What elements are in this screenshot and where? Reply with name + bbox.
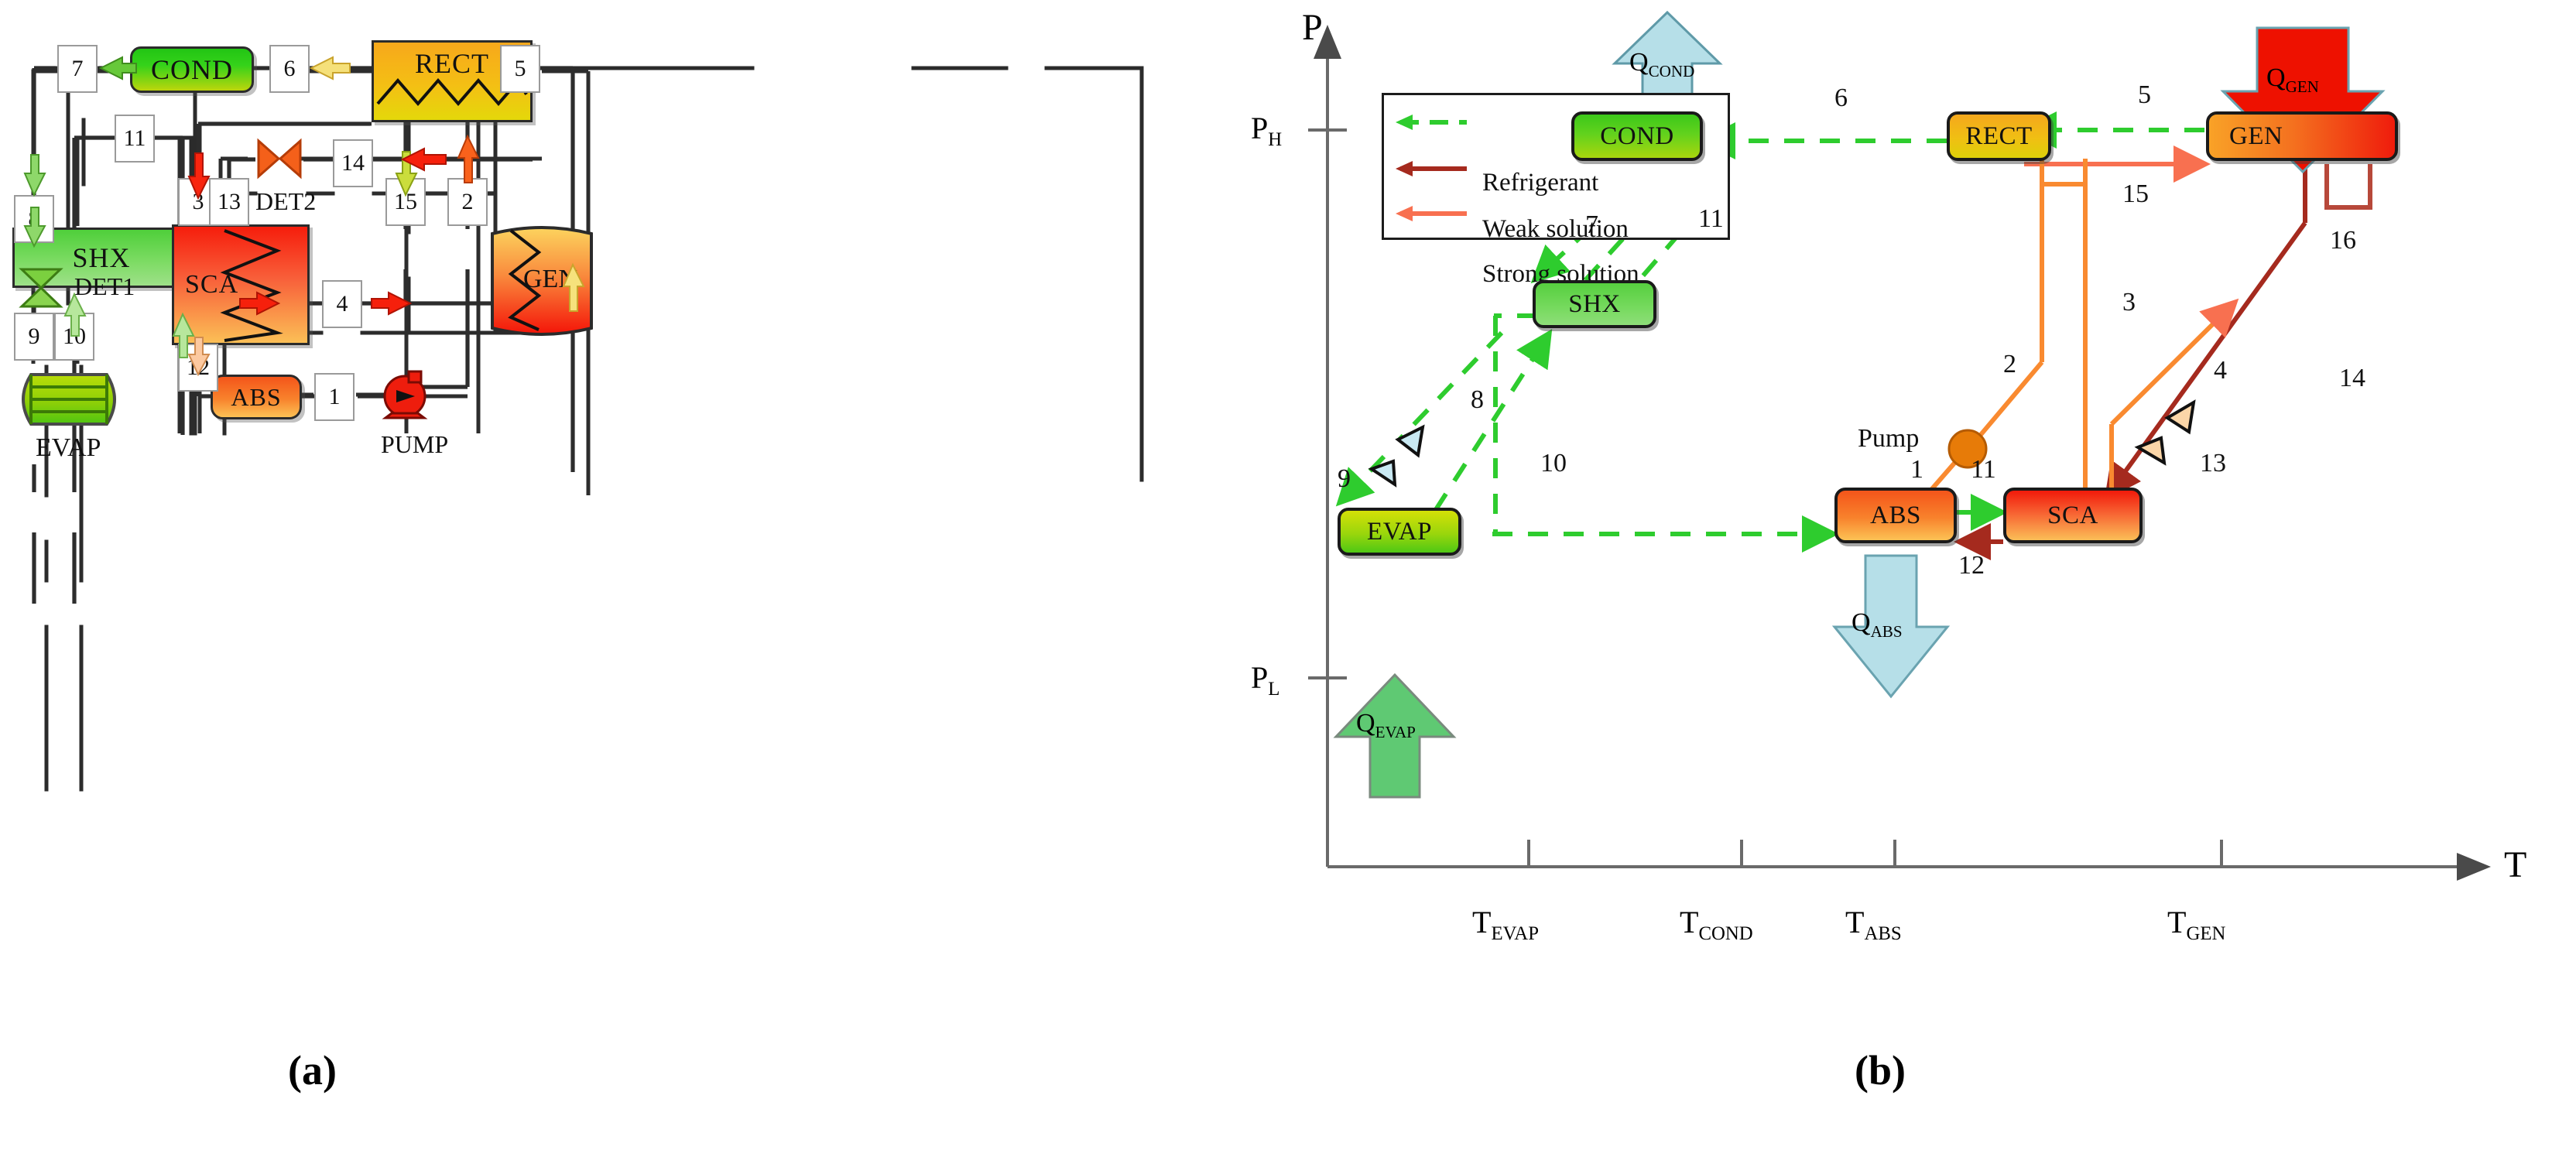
stream-b-label-15: 15 xyxy=(2122,180,2149,208)
panel-b-duhring-chart: Refrigerant Weak solution Strong solutio… xyxy=(1246,0,2576,1150)
rect-loop-b xyxy=(2040,164,2088,184)
caption-a: (a) xyxy=(288,1047,337,1094)
x-tick-label-tevap: TEVAP xyxy=(1472,905,1539,944)
stream-b-label-7: 7 xyxy=(1585,210,1598,239)
node-gen-b-label: GEN xyxy=(2229,122,2283,150)
x-tick-label-tcond: TCOND xyxy=(1680,905,1753,944)
stream-b-label-4: 4 xyxy=(2214,356,2227,385)
stream-path-8 xyxy=(1396,330,1504,443)
node-cond-b[interactable]: COND xyxy=(1571,111,1703,161)
node-evap-b-label: EVAP xyxy=(1367,517,1432,546)
node-abs-b[interactable]: ABS xyxy=(1834,488,1957,543)
node-gen-b[interactable]: GEN xyxy=(2206,111,2398,161)
node-evap-b[interactable]: EVAP xyxy=(1338,508,1461,556)
legend-label-weak-solution: Weak solution xyxy=(1482,215,1629,243)
q-abs-label: QABS xyxy=(1852,608,1903,641)
x-tick-label-tabs: TABS xyxy=(1845,905,1902,944)
stream-b-label-11b: 11 xyxy=(1971,455,1996,484)
node-sca-b-label: SCA xyxy=(2047,501,2098,529)
node-pump-b-label: Pump xyxy=(1858,424,1920,453)
node-abs-b-label: ABS xyxy=(1870,501,1921,529)
stream-b-label-9: 9 xyxy=(1338,464,1351,493)
node-shx-b-label: SHX xyxy=(1568,289,1621,318)
q-cond-label: QCOND xyxy=(1629,48,1695,80)
stream-b-label-3: 3 xyxy=(2122,288,2136,317)
q-gen-label: QGEN xyxy=(2266,63,2319,96)
panel-a-schematic: COND SHX RECT SCA GEN ABS EVAP DET1 DET2… xyxy=(0,0,1246,1150)
node-rect-b[interactable]: RECT xyxy=(1947,111,2051,161)
stream-b-label-5: 5 xyxy=(2138,80,2151,109)
x-axis-title: T xyxy=(2504,844,2527,885)
stream-b-label-13: 13 xyxy=(2200,449,2226,477)
valve-13-icon xyxy=(2134,399,2196,466)
node-cond-b-label: COND xyxy=(1600,122,1674,150)
y-axis-title: P xyxy=(1302,7,1323,48)
stream-b-label-1: 1 xyxy=(1910,455,1923,484)
figure-root: COND SHX RECT SCA GEN ABS EVAP DET1 DET2… xyxy=(0,0,2576,1150)
valve-det1-icon-b xyxy=(1368,424,1425,488)
legend-item-refrigerant: Refrigerant xyxy=(1482,169,1598,197)
gen-uloop-16 xyxy=(2324,164,2372,210)
node-shx-b[interactable]: SHX xyxy=(1533,280,1656,328)
q-evap-label: QEVAP xyxy=(1356,709,1416,741)
stream-path-10 xyxy=(1433,328,1553,512)
stream-b-label-14: 14 xyxy=(2339,364,2365,392)
legend-item-weak-solution: Weak solution xyxy=(1482,215,1629,244)
stream-b-label-6: 6 xyxy=(1834,84,1848,112)
node-sca-b[interactable]: SCA xyxy=(2003,488,2143,543)
stream-b-label-11: 11 xyxy=(1698,204,1724,233)
y-tick-label-ph: PH xyxy=(1251,111,1283,150)
y-tick-label-pl: PL xyxy=(1251,660,1280,700)
node-rect-b-label: RECT xyxy=(1965,122,2033,150)
stream-b-label-12: 12 xyxy=(1958,551,1985,580)
panel-a-flow-arrows xyxy=(23,56,585,377)
caption-b: (b) xyxy=(1855,1047,1906,1094)
x-tick-label-tgen: TGEN xyxy=(2167,905,2226,944)
stream-b-label-16: 16 xyxy=(2330,226,2356,255)
stream-b-label-2: 2 xyxy=(2003,350,2016,378)
stream-b-label-8: 8 xyxy=(1471,385,1484,414)
legend-label-refrigerant: Refrigerant xyxy=(1482,169,1599,197)
stream-b-label-10: 10 xyxy=(1540,449,1567,477)
